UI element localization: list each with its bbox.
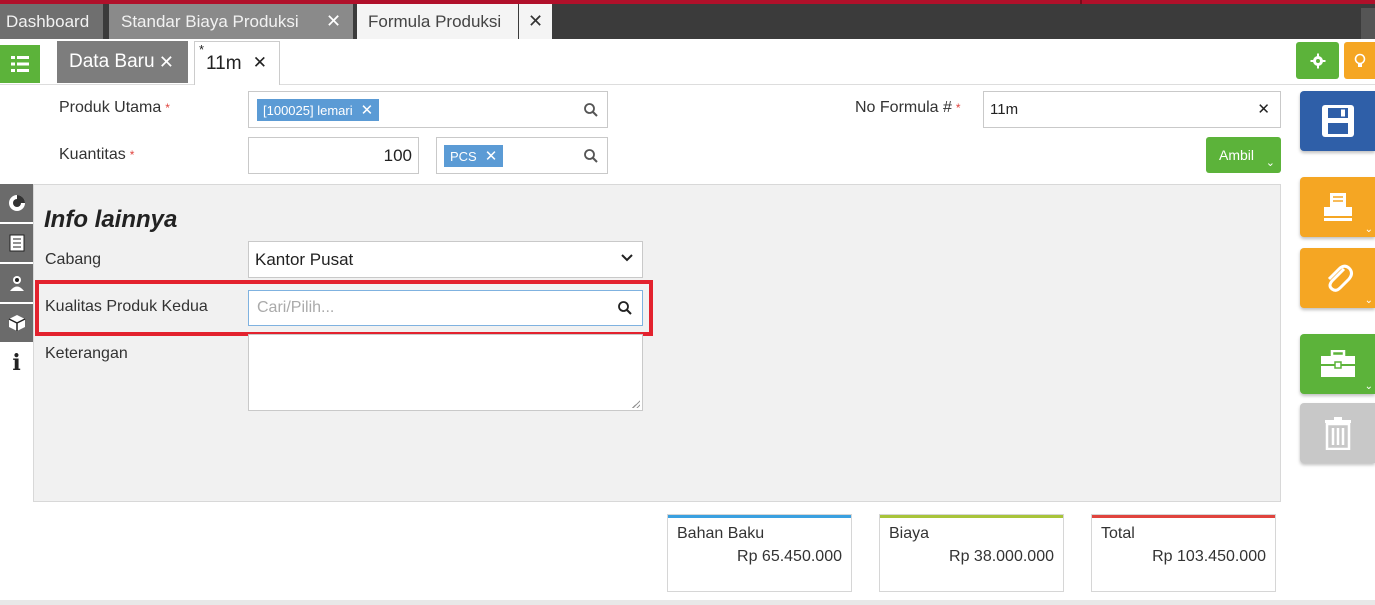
search-icon[interactable] — [617, 300, 633, 316]
search-icon[interactable] — [583, 102, 599, 118]
cabang-select[interactable]: Kantor Pusat — [248, 241, 643, 278]
keterangan-textarea[interactable] — [248, 334, 643, 411]
remove-tag-icon[interactable]: ✕ — [485, 147, 498, 165]
produk-utama-tag: [100025] lemari ✕ — [257, 99, 380, 121]
tab-dashboard[interactable]: Dashboard — [0, 4, 103, 39]
total-card-bahan-baku: Bahan Baku Rp 65.450.000 — [667, 514, 852, 592]
side-tab-info-icon[interactable]: i — [0, 344, 33, 384]
delete-button[interactable] — [1300, 403, 1375, 463]
keterangan-label: Keterangan — [45, 345, 128, 362]
close-tab-formula-icon[interactable]: ✕ — [519, 4, 552, 39]
total-card-biaya: Biaya Rp 38.000.000 — [879, 514, 1064, 592]
caret-down-icon: ⌄ — [1364, 381, 1373, 392]
cabang-label: Cabang — [45, 251, 102, 268]
no-formula-input[interactable]: 11m ✕ — [983, 91, 1281, 128]
gear-icon — [1310, 53, 1325, 68]
subtab-current-formula[interactable]: * 11m ✕ — [194, 41, 280, 85]
kualitas-label: Kualitas Produk Kedua — [45, 298, 208, 315]
menu-button[interactable] — [0, 45, 40, 83]
lightbulb-icon — [1354, 53, 1365, 67]
main-tab-bar: Dashboard Standar Biaya Produksi ✕ Formu… — [0, 4, 1375, 43]
close-icon[interactable]: ✕ — [159, 52, 174, 73]
side-tab-document-icon[interactable] — [0, 224, 33, 264]
settings-button[interactable] — [1296, 42, 1339, 79]
trash-icon — [1324, 417, 1351, 450]
side-tab-strip: i — [0, 184, 33, 384]
tab-overflow[interactable] — [1361, 8, 1375, 43]
attach-button[interactable]: ⌄ — [1300, 248, 1375, 308]
save-button[interactable] — [1300, 91, 1375, 151]
resize-grip[interactable] — [632, 400, 640, 408]
side-tab-chart-icon[interactable] — [0, 184, 33, 224]
chevron-down-icon — [621, 250, 633, 266]
no-formula-label: No Formula # * — [855, 99, 961, 116]
kualitas-search-input[interactable]: Cari/Pilih... — [248, 290, 643, 326]
subtab-data-baru[interactable]: Data Baru ✕ — [57, 41, 188, 83]
total-card-total: Total Rp 103.450.000 — [1091, 514, 1276, 592]
tools-button[interactable]: ⌄ — [1300, 334, 1375, 394]
caret-down-icon: ⌄ — [1364, 295, 1373, 306]
unit-tag: PCS ✕ — [444, 145, 504, 167]
kuantitas-input[interactable]: 100 — [248, 137, 419, 174]
modified-marker: * — [199, 42, 205, 57]
save-icon — [1321, 105, 1354, 137]
list-icon — [11, 56, 29, 72]
info-panel — [33, 184, 1281, 502]
clear-icon[interactable]: ✕ — [1257, 100, 1270, 118]
tips-button[interactable] — [1344, 42, 1375, 79]
unit-field[interactable]: PCS ✕ — [436, 137, 608, 174]
card-accent — [668, 515, 851, 518]
bottom-divider — [0, 600, 1375, 605]
close-tab-standar-icon[interactable]: ✕ — [317, 4, 350, 39]
tab-formula-produksi[interactable]: Formula Produksi — [357, 4, 518, 39]
print-icon — [1323, 193, 1352, 221]
produk-utama-field[interactable]: [100025] lemari ✕ — [248, 91, 608, 128]
card-accent — [1092, 515, 1275, 518]
caret-down-icon: ⌄ — [1265, 157, 1275, 169]
side-tab-users-icon[interactable] — [0, 264, 33, 304]
print-button[interactable]: ⌄ — [1300, 177, 1375, 237]
ambil-button[interactable]: Ambil ⌄ — [1206, 137, 1281, 173]
card-accent — [880, 515, 1063, 518]
sub-tab-bar: Data Baru ✕ * 11m ✕ — [0, 39, 1375, 85]
side-tab-box-icon[interactable] — [0, 304, 33, 344]
remove-tag-icon[interactable]: ✕ — [361, 101, 374, 119]
close-icon[interactable]: ✕ — [253, 53, 267, 73]
info-title: Info lainnya — [44, 206, 178, 233]
kuantitas-label: Kuantitas * — [59, 146, 135, 163]
produk-utama-label: Produk Utama * — [59, 99, 170, 116]
search-icon[interactable] — [583, 148, 599, 164]
caret-down-icon: ⌄ — [1364, 224, 1373, 235]
briefcase-icon — [1320, 350, 1355, 377]
paperclip-icon — [1327, 264, 1353, 292]
